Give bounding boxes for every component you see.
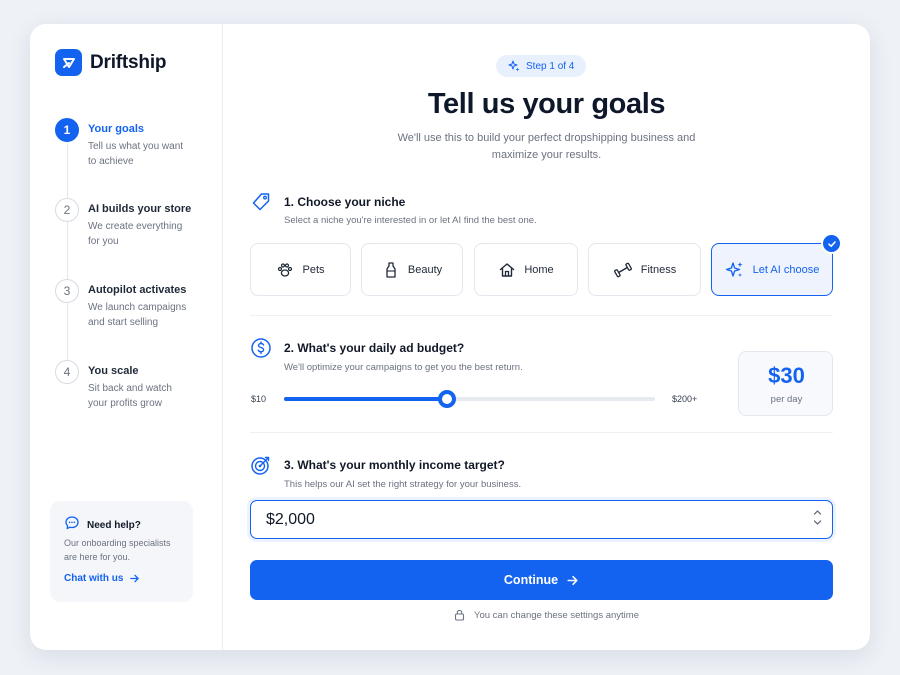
step-desc: We create everything for you: [88, 221, 183, 247]
brand[interactable]: Driftship: [55, 49, 167, 76]
onboarding-card: Driftship 1 Your goals Tell us what you …: [30, 24, 870, 650]
step-desc: Sit back and watch your profits grow: [88, 383, 172, 409]
settings-footnote: You can change these settings anytime: [223, 609, 870, 621]
help-desc: Our onboarding specialists are here for …: [64, 538, 171, 562]
continue-button[interactable]: Continue: [250, 560, 833, 600]
step-number: 3: [55, 279, 79, 303]
help-title: Need help?: [87, 520, 141, 531]
step-title: Autopilot activates: [88, 284, 187, 296]
slider-min-label: $10: [251, 394, 267, 404]
page-title: Tell us your goals: [427, 88, 666, 120]
sidebar: Driftship 1 Your goals Tell us what you …: [30, 24, 223, 650]
budget-subtitle: We'll optimize your campaigns to get you…: [284, 362, 523, 373]
step-number: 2: [55, 198, 79, 222]
niche-label: Pets: [302, 263, 325, 276]
section-divider: [250, 315, 833, 316]
step-title: AI builds your store: [88, 203, 192, 215]
sparkles-icon: [508, 60, 520, 72]
chat-with-us-link[interactable]: Chat with us: [64, 573, 140, 584]
slider-thumb[interactable]: [438, 390, 457, 408]
sparkles-icon: [725, 260, 745, 280]
step-title: Your goals: [88, 123, 145, 135]
steps-connector: [67, 139, 68, 374]
bottle-icon: [382, 261, 400, 279]
niche-option-beauty[interactable]: Beauty: [361, 243, 463, 296]
slider-fill: [284, 397, 448, 401]
step-desc: We launch campaigns and start selling: [88, 302, 187, 328]
niche-title: 1. Choose your niche: [284, 195, 406, 209]
budget-title: 2. What's your daily ad budget?: [284, 341, 465, 355]
step-title: You scale: [88, 365, 139, 377]
niche-subtitle: Select a niche you're interested in or l…: [284, 215, 537, 226]
budget-value: $30: [768, 363, 805, 388]
step-number: 1: [55, 118, 79, 142]
niche-option-pets[interactable]: Pets: [250, 243, 351, 296]
arrow-right-icon: [567, 575, 578, 585]
chevron-down-icon[interactable]: [813, 519, 822, 526]
step-pill-label: Step 1 of 4: [526, 60, 575, 72]
slider-max-label: $200+: [672, 394, 698, 404]
income-stepper[interactable]: [813, 509, 822, 526]
arrow-right-icon: [130, 574, 140, 583]
target-icon: [251, 456, 270, 475]
tag-icon: [252, 193, 270, 211]
step-pill: Step 1 of 4: [496, 55, 587, 77]
niche-label: Let AI choose: [752, 263, 820, 276]
brand-name: Driftship: [90, 51, 167, 73]
paw-icon: [276, 261, 294, 279]
continue-label: Continue: [503, 573, 559, 587]
help-header: Need help?: [64, 515, 141, 536]
budget-unit: per day: [770, 394, 803, 405]
step-desc: Tell us what you want to achieve: [88, 141, 184, 167]
lock-icon: [454, 609, 465, 621]
niche-label: Home: [524, 263, 554, 276]
income-value: $2,000: [266, 510, 315, 528]
section-divider: [250, 432, 833, 433]
niche-label: Beauty: [407, 263, 443, 276]
dollar-circle-icon: [251, 338, 271, 358]
selected-check-icon: [821, 233, 842, 254]
dumbbell-icon: [613, 261, 633, 279]
income-target-input[interactable]: $2,000: [250, 500, 833, 539]
chat-bubble-icon: [64, 515, 80, 536]
niche-option-fitness[interactable]: Fitness: [588, 243, 701, 296]
help-box: Need help? Our onboarding specialists ar…: [50, 501, 193, 602]
income-subtitle: This helps our AI set the right strategy…: [284, 479, 522, 490]
budget-slider[interactable]: [284, 390, 655, 408]
budget-value-box: $30 per day: [738, 351, 833, 416]
main-panel: Step 1 of 4 Tell us your goals We'll use…: [223, 24, 870, 650]
chevron-up-icon[interactable]: [813, 509, 822, 516]
house-icon: [498, 261, 516, 279]
step-number: 4: [55, 360, 79, 384]
niche-option-let-ai-choose[interactable]: Let AI choose: [711, 233, 842, 296]
niche-option-home[interactable]: Home: [474, 243, 578, 296]
page-subtitle: We'll use this to build your perfect dro…: [397, 132, 696, 161]
chat-link-label: Chat with us: [64, 573, 124, 584]
niche-label: Fitness: [640, 263, 677, 276]
income-title: 3. What's your monthly income target?: [284, 458, 505, 472]
driftship-logo-icon: [55, 49, 82, 76]
footnote-text: You can change these settings anytime: [474, 609, 639, 621]
